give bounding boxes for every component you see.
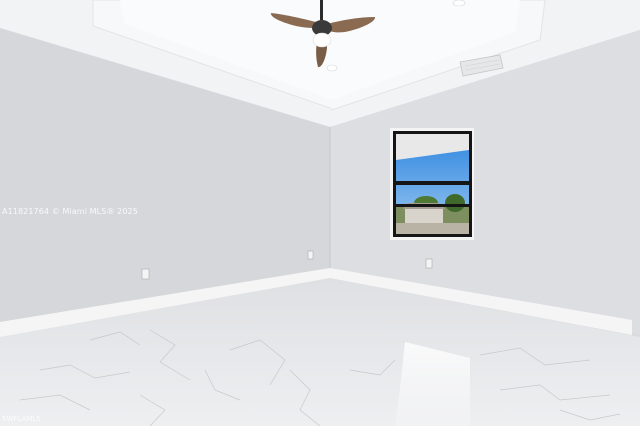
recessed-light xyxy=(326,64,338,72)
recessed-light xyxy=(452,0,466,7)
outlet-corner xyxy=(307,250,314,260)
outlet-left xyxy=(141,268,150,280)
outlet-right xyxy=(425,258,433,269)
mls-watermark: A11821764 © Miami MLS® 2025 xyxy=(2,207,138,216)
corner-watermark: SWFLAMLS xyxy=(2,415,41,423)
window xyxy=(390,128,474,240)
room-photo: A11821764 © Miami MLS® 2025 SWFLAMLS xyxy=(0,0,640,426)
